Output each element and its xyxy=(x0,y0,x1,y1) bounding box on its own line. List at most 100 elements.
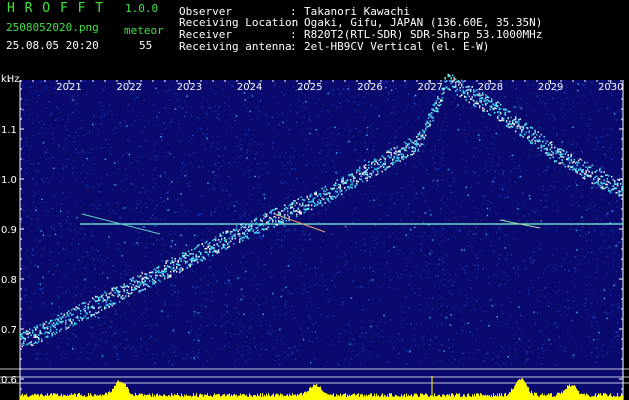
noise-speck xyxy=(87,254,89,257)
noise-speck xyxy=(125,178,128,180)
noise-speck xyxy=(288,172,291,174)
noise-speck xyxy=(187,319,189,321)
noise-speck xyxy=(502,312,504,315)
noise-speck xyxy=(194,234,196,236)
trace-speck xyxy=(407,143,409,146)
trace-speck xyxy=(33,336,35,338)
trace-speck xyxy=(255,222,257,224)
trace-speck xyxy=(150,275,152,278)
noise-speck xyxy=(140,200,142,203)
trace-speck xyxy=(432,119,434,122)
noise-speck xyxy=(513,138,515,140)
noise-speck xyxy=(459,309,462,312)
trace-speck xyxy=(419,131,421,134)
trace-speck xyxy=(231,235,233,238)
trace-speck xyxy=(591,171,593,173)
histogram-bar xyxy=(217,394,218,400)
noise-speck xyxy=(442,261,445,263)
noise-speck xyxy=(333,138,335,140)
trace-speck xyxy=(119,294,121,296)
trace-speck xyxy=(128,292,130,295)
noise-speck xyxy=(450,101,453,103)
noise-speck xyxy=(414,135,416,137)
trace-speck xyxy=(317,203,319,206)
noise-speck xyxy=(371,341,373,343)
noise-speck xyxy=(259,235,261,237)
histogram-bar xyxy=(358,393,359,400)
noise-speck xyxy=(538,173,541,176)
noise-speck xyxy=(496,125,499,128)
noise-speck xyxy=(408,184,410,187)
noise-speck xyxy=(577,83,580,85)
noise-speck xyxy=(21,271,24,273)
noise-speck xyxy=(242,256,244,258)
histogram-bar xyxy=(91,395,92,400)
noise-speck xyxy=(597,186,599,189)
trace-speck xyxy=(179,257,181,259)
noise-speck xyxy=(260,111,262,113)
noise-speck xyxy=(296,349,299,352)
noise-speck xyxy=(542,343,544,346)
noise-speck xyxy=(557,310,559,313)
trace-speck xyxy=(576,161,578,164)
trace-speck xyxy=(455,78,457,80)
noise-speck xyxy=(327,154,329,157)
noise-speck xyxy=(263,193,265,196)
trace-speck xyxy=(140,283,142,286)
histogram-bar xyxy=(131,394,132,400)
histogram-bar xyxy=(338,395,339,400)
noise-speck xyxy=(289,156,291,158)
trace-speck xyxy=(474,102,476,105)
histogram-bar xyxy=(343,394,344,400)
noise-speck xyxy=(475,219,477,221)
histogram-bar xyxy=(168,395,169,400)
trace-speck xyxy=(131,278,133,280)
noise-speck xyxy=(547,205,549,208)
noise-speck xyxy=(226,207,229,210)
noise-speck xyxy=(405,86,407,88)
noise-speck xyxy=(590,239,593,241)
noise-speck xyxy=(507,356,509,358)
noise-speck xyxy=(43,151,46,153)
noise-speck xyxy=(211,187,214,189)
trace-speck xyxy=(162,274,164,276)
noise-speck xyxy=(161,237,163,240)
histogram-bar xyxy=(97,395,98,400)
trace-speck xyxy=(167,277,169,279)
trace-speck xyxy=(540,133,542,136)
noise-speck xyxy=(259,354,261,357)
histogram-bar xyxy=(167,396,168,400)
trace-speck xyxy=(87,303,89,305)
noise-speck xyxy=(370,132,372,134)
trace-speck xyxy=(426,122,428,124)
histogram-bar xyxy=(304,392,305,400)
trace-speck xyxy=(185,257,187,259)
histogram-bar xyxy=(335,396,336,400)
noise-speck xyxy=(195,333,198,336)
histogram-bar xyxy=(394,396,395,400)
noise-speck xyxy=(138,231,140,234)
noise-speck xyxy=(422,339,425,341)
noise-speck xyxy=(620,221,622,224)
noise-speck xyxy=(330,233,333,236)
histogram-bar xyxy=(482,395,483,400)
trace-speck xyxy=(585,170,587,172)
trace-speck xyxy=(428,125,430,128)
trace-speck xyxy=(489,100,491,103)
trace-speck xyxy=(569,165,571,168)
noise-speck xyxy=(363,96,365,98)
trace-speck xyxy=(585,171,587,174)
trace-speck xyxy=(341,178,343,180)
histogram-bar xyxy=(92,396,93,400)
trace-speck xyxy=(320,200,322,202)
noise-speck xyxy=(58,306,60,308)
trace-speck xyxy=(39,330,41,333)
trace-speck xyxy=(581,174,583,176)
noise-speck xyxy=(97,250,99,252)
trace-speck xyxy=(330,187,332,190)
trace-speck xyxy=(89,301,91,303)
noise-speck xyxy=(449,192,451,194)
noise-speck xyxy=(549,264,551,267)
histogram-bar xyxy=(453,394,454,400)
noise-speck xyxy=(419,215,421,218)
